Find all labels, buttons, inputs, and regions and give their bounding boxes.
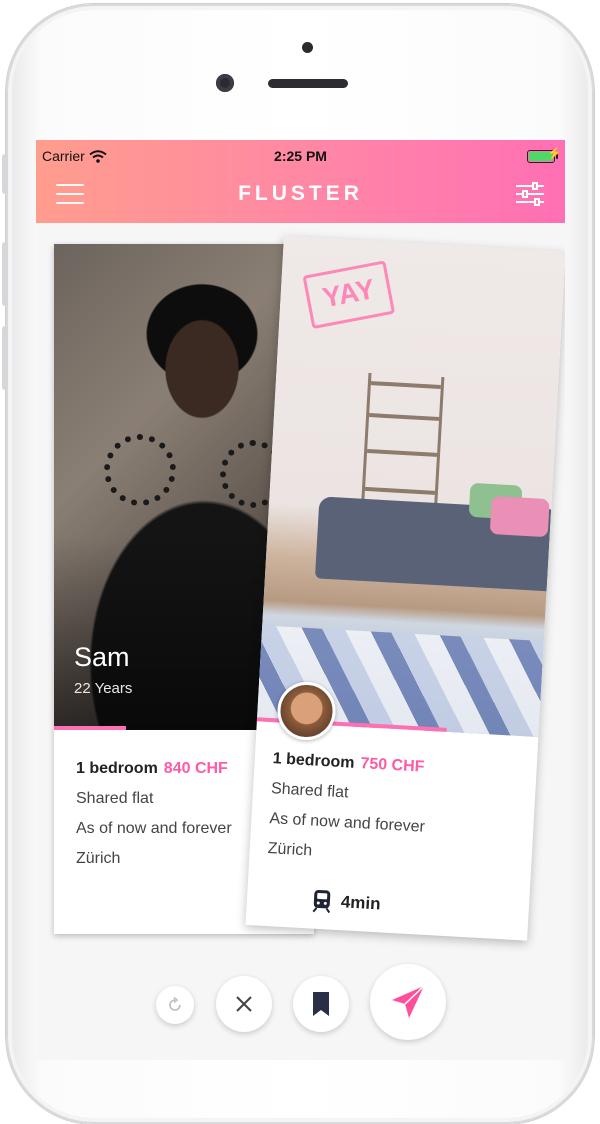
pillow-pink [489, 496, 550, 538]
earring-left [104, 434, 176, 506]
silent-switch [2, 154, 8, 194]
flat-photo: YAY [256, 236, 565, 737]
bookmark-icon [313, 992, 329, 1016]
flat-type: Shared flat [270, 780, 349, 802]
train-icon [312, 889, 331, 914]
profile-availability: As of now and forever [76, 820, 232, 837]
app-title: FLUSTER [238, 182, 363, 205]
send-icon [392, 985, 425, 1018]
profile-bedrooms: 1 bedroom [76, 760, 158, 777]
status-time: 2:25 PM [274, 148, 327, 164]
flat-availability: As of now and forever [268, 810, 426, 836]
flat-bedrooms: 1 bedroom [272, 750, 355, 772]
undo-button[interactable] [156, 986, 194, 1024]
volume-down-button [2, 326, 8, 390]
undo-icon [169, 997, 181, 1011]
send-message-button[interactable] [370, 964, 446, 1040]
front-sensor [302, 42, 313, 53]
flat-card[interactable]: YAY 1 bedroom 750 CHF Shared flat As of n… [245, 236, 565, 941]
profile-flat-type: Shared flat [76, 790, 154, 807]
close-icon [236, 996, 252, 1012]
commute-time: 4min [340, 892, 382, 914]
profile-name: Sam [74, 642, 130, 672]
app-screen: Carrier 2:25 PM ⚡ FLUSTER Sam 22 Years 1… [36, 140, 565, 1060]
profile-photo-progress [54, 726, 126, 730]
profile-age: 22 Years [74, 680, 133, 697]
volume-up-button [2, 242, 8, 306]
commute-info: 4min [312, 889, 381, 917]
earpiece-speaker [268, 79, 348, 88]
bookmark-button[interactable] [293, 976, 349, 1032]
front-camera [216, 74, 234, 92]
profile-city: Zürich [76, 850, 121, 867]
app-header: Carrier 2:25 PM ⚡ FLUSTER [36, 140, 565, 223]
yay-stamp: YAY [302, 260, 396, 330]
flat-price: 750 CHF [359, 755, 425, 776]
dislike-button[interactable] [216, 976, 272, 1032]
filter-settings-button[interactable] [515, 182, 545, 206]
ladder-shelf [361, 372, 445, 509]
action-bar [36, 960, 565, 1060]
charging-icon: ⚡ [547, 146, 562, 160]
sliders-icon [516, 182, 544, 206]
profile-price: 840 CHF [163, 760, 228, 777]
flat-city: Zürich [267, 840, 313, 860]
